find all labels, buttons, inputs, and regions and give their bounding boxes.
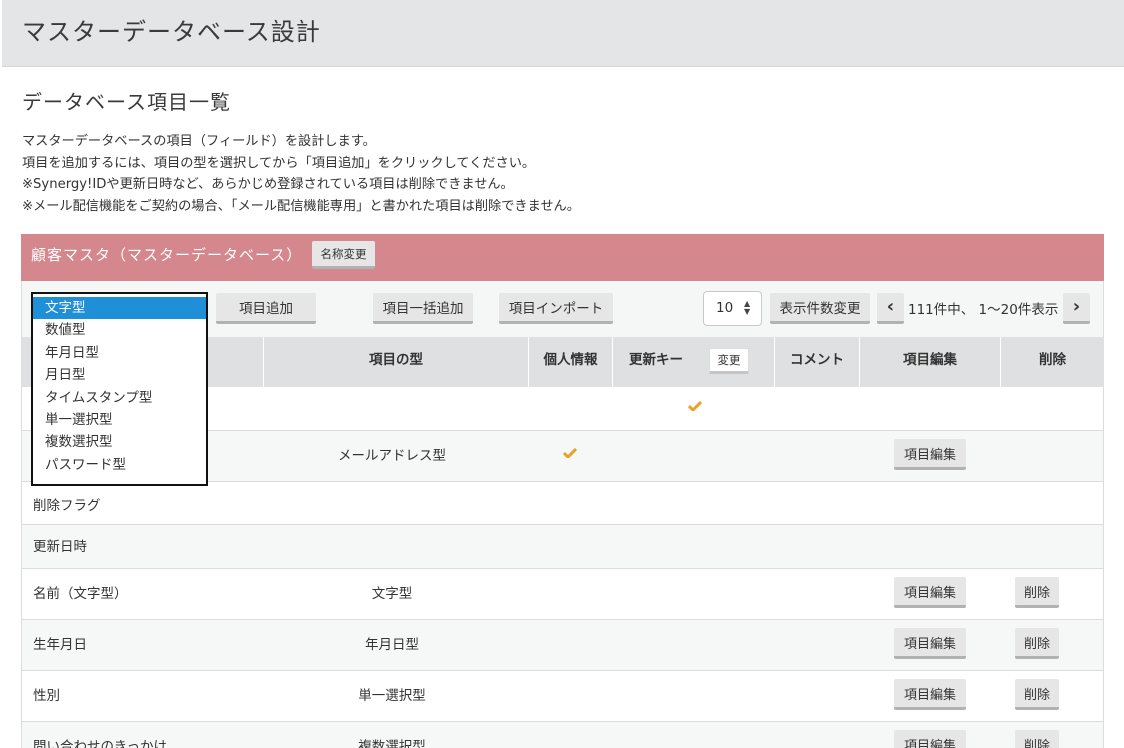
type-option[interactable]: 年月日型 bbox=[33, 342, 206, 364]
table-row: 更新日時 bbox=[21, 525, 1104, 569]
type-option[interactable]: パスワード型 bbox=[33, 454, 206, 476]
section-title: データベース項目一覧 bbox=[22, 90, 231, 114]
rename-button[interactable]: 名称変更 bbox=[312, 241, 375, 269]
prev-page-button[interactable]: ‹ bbox=[877, 293, 904, 324]
type-option[interactable]: 数値型 bbox=[33, 319, 206, 341]
type-option[interactable]: タイムスタンプ型 bbox=[33, 387, 206, 409]
add-item-button[interactable]: 項目追加 bbox=[216, 293, 316, 324]
row-type: 文字型 bbox=[371, 586, 413, 602]
row-name: 性別 bbox=[33, 688, 60, 704]
row-type: 年月日型 bbox=[365, 637, 419, 653]
type-select-list[interactable]: 文字型 数値型 年月日型 月日型 タイムスタンプ型 単一選択型 複数選択型 パス… bbox=[31, 292, 208, 486]
row-type: メールアドレス型 bbox=[338, 448, 446, 464]
delete-item-button[interactable]: 削除 bbox=[1015, 730, 1059, 748]
table-row: 問い合わせのきっかけ 複数選択型 項目編集 削除 bbox=[21, 722, 1104, 748]
database-name: 顧客マスタ（マスターデータベース） bbox=[31, 246, 303, 264]
change-update-key-button[interactable]: 変更 bbox=[709, 348, 749, 374]
description-line: 項目を追加するには、項目の型を選択してから「項目追加」をクリックしてください。 bbox=[22, 155, 536, 171]
column-divider bbox=[612, 337, 613, 387]
row-name: 更新日時 bbox=[33, 539, 87, 555]
description-line: マスターデータベースの項目（フィールド）を設計します。 bbox=[22, 134, 376, 149]
description: マスターデータベースの項目（フィールド）を設計します。 項目を追加するには、項目… bbox=[22, 131, 580, 217]
column-header-type: 項目の型 bbox=[369, 352, 423, 368]
row-name: 生年月日 bbox=[33, 637, 87, 653]
row-name: 名前（文字型） bbox=[33, 586, 128, 602]
delete-item-button[interactable]: 削除 bbox=[1015, 679, 1059, 710]
import-button[interactable]: 項目インポート bbox=[499, 293, 613, 324]
edit-item-button[interactable]: 項目編集 bbox=[894, 730, 966, 748]
row-name: 削除フラグ bbox=[33, 498, 101, 514]
table-row: 生年月日 年月日型 項目編集 削除 bbox=[21, 620, 1104, 671]
column-header-delete: 削除 bbox=[1039, 352, 1066, 368]
row-type: 複数選択型 bbox=[358, 739, 426, 748]
table-row: 性別 単一選択型 項目編集 削除 bbox=[21, 671, 1104, 722]
table-row: 削除フラグ bbox=[21, 482, 1104, 525]
delete-item-button[interactable]: 削除 bbox=[1015, 577, 1059, 608]
edit-item-button[interactable]: 項目編集 bbox=[894, 679, 966, 710]
pager-text: 111件中、 1〜20件表示 bbox=[908, 302, 1059, 318]
per-page-select[interactable]: 10 ▲ ▼ bbox=[703, 291, 762, 326]
per-page-value: 10 bbox=[716, 300, 734, 316]
column-header-update-key: 更新キー bbox=[629, 352, 683, 368]
type-option[interactable]: 文字型 bbox=[33, 297, 206, 319]
column-header-personal: 個人情報 bbox=[543, 352, 598, 368]
description-line: ※メール配信機能をご契約の場合、「メール配信機能専用」と書かれた項目は削除できま… bbox=[22, 198, 580, 214]
row-name: 問い合わせのきっかけ bbox=[33, 739, 168, 748]
type-option[interactable]: 月日型 bbox=[33, 364, 206, 386]
next-page-button[interactable]: › bbox=[1063, 293, 1090, 324]
checkmark-icon bbox=[688, 401, 702, 411]
bulk-add-button[interactable]: 項目一括追加 bbox=[373, 293, 473, 324]
description-line: ※Synergy!IDや更新日時など、あらかじめ登録されている項目は削除できませ… bbox=[22, 177, 514, 192]
row-type: 単一選択型 bbox=[358, 688, 426, 704]
page-header: マスターデータベース設計 bbox=[2, 0, 1124, 67]
delete-item-button[interactable]: 削除 bbox=[1015, 628, 1059, 659]
type-option[interactable]: 単一選択型 bbox=[33, 409, 206, 431]
change-count-button[interactable]: 表示件数変更 bbox=[770, 293, 870, 324]
select-arrows-icon: ▲ ▼ bbox=[744, 299, 751, 316]
database-bar: 顧客マスタ（マスターデータベース） 名称変更 bbox=[21, 234, 1104, 281]
edit-item-button[interactable]: 項目編集 bbox=[894, 439, 966, 470]
type-option[interactable]: 複数選択型 bbox=[33, 431, 206, 453]
edit-item-button[interactable]: 項目編集 bbox=[894, 628, 966, 659]
column-header-edit: 項目編集 bbox=[903, 352, 957, 368]
page-title: マスターデータベース設計 bbox=[22, 18, 321, 46]
table-row: 名前（文字型） 文字型 項目編集 削除 bbox=[21, 569, 1104, 620]
column-header-comment: コメント bbox=[790, 352, 844, 368]
checkmark-icon bbox=[563, 448, 577, 458]
edit-item-button[interactable]: 項目編集 bbox=[894, 577, 966, 608]
